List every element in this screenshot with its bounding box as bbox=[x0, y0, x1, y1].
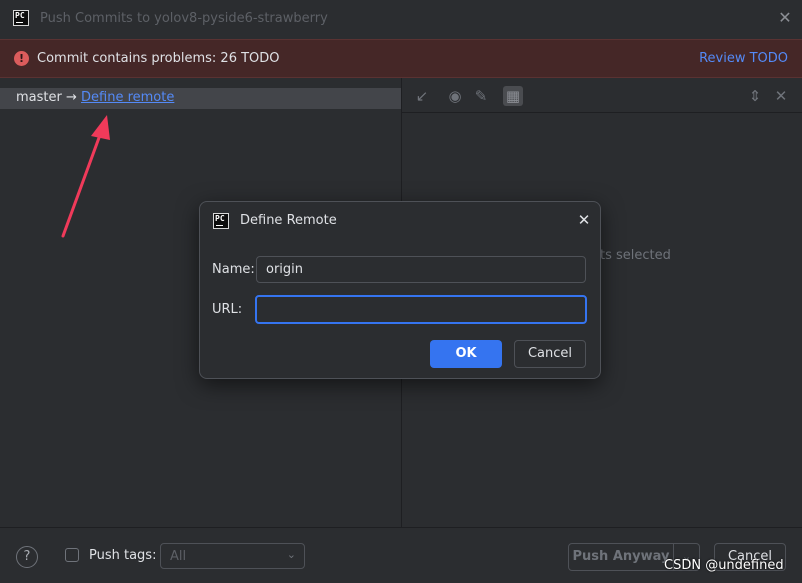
tags-select[interactable]: All ⌄ bbox=[160, 543, 305, 569]
annotation-arrow-icon bbox=[61, 115, 110, 238]
url-label: URL: bbox=[212, 302, 243, 317]
window-titlebar: PC Push Commits to yolov8-pyside6-strawb… bbox=[0, 0, 802, 38]
bottom-bar: ? Push tags: All ⌄ Push Anyway ⌄ Cancel … bbox=[0, 527, 802, 583]
collapse-icon[interactable]: ↙ bbox=[412, 86, 432, 106]
dialog-close-button[interactable]: ✕ bbox=[576, 212, 592, 228]
help-button[interactable]: ? bbox=[16, 546, 38, 568]
error-icon: ! bbox=[14, 51, 29, 66]
banner-message: Commit contains problems: 26 TODO bbox=[37, 51, 280, 66]
define-remote-dialog: PC Define Remote ✕ Name: URL: OK Cancel bbox=[199, 201, 601, 379]
url-input[interactable] bbox=[255, 295, 587, 324]
window-close-button[interactable]: ✕ bbox=[776, 9, 794, 27]
problems-banner: ! Commit contains problems: 26 TODO Revi… bbox=[0, 39, 802, 78]
push-tags-checkbox[interactable] bbox=[65, 548, 79, 562]
changes-toolbar: ↙ ◉ ✎ ▦ ⇕ ✕ bbox=[402, 78, 802, 113]
pycharm-logo-icon: PC bbox=[213, 213, 229, 229]
review-todo-link[interactable]: Review TODO bbox=[699, 51, 788, 66]
watermark: CSDN @undefined bbox=[664, 558, 784, 573]
define-remote-link[interactable]: Define remote bbox=[81, 90, 174, 105]
name-label: Name: bbox=[212, 262, 255, 277]
dialog-cancel-button[interactable]: Cancel bbox=[514, 340, 586, 368]
dialog-title: Define Remote bbox=[240, 213, 337, 228]
chevron-down-icon: ⌄ bbox=[286, 548, 296, 561]
pycharm-logo-icon: PC bbox=[13, 10, 29, 26]
name-input[interactable] bbox=[256, 256, 586, 283]
close-icon[interactable]: ✕ bbox=[771, 86, 791, 106]
expand-collapse-icon[interactable]: ⇕ bbox=[745, 86, 765, 106]
eye-icon[interactable]: ◉ bbox=[445, 86, 465, 106]
grid-icon[interactable]: ▦ bbox=[503, 86, 523, 106]
window-title: Push Commits to yolov8-pyside6-strawberr… bbox=[40, 11, 328, 26]
edit-icon[interactable]: ✎ bbox=[471, 86, 491, 106]
tags-select-value: All bbox=[170, 549, 187, 564]
branch-source: master → bbox=[16, 90, 77, 105]
push-tags-label: Push tags: bbox=[89, 548, 157, 563]
branch-label: master → Define remote bbox=[16, 90, 174, 105]
push-anyway-button[interactable]: Push Anyway bbox=[568, 543, 674, 571]
empty-state-text: ts selected bbox=[600, 248, 671, 263]
ok-button[interactable]: OK bbox=[430, 340, 502, 368]
